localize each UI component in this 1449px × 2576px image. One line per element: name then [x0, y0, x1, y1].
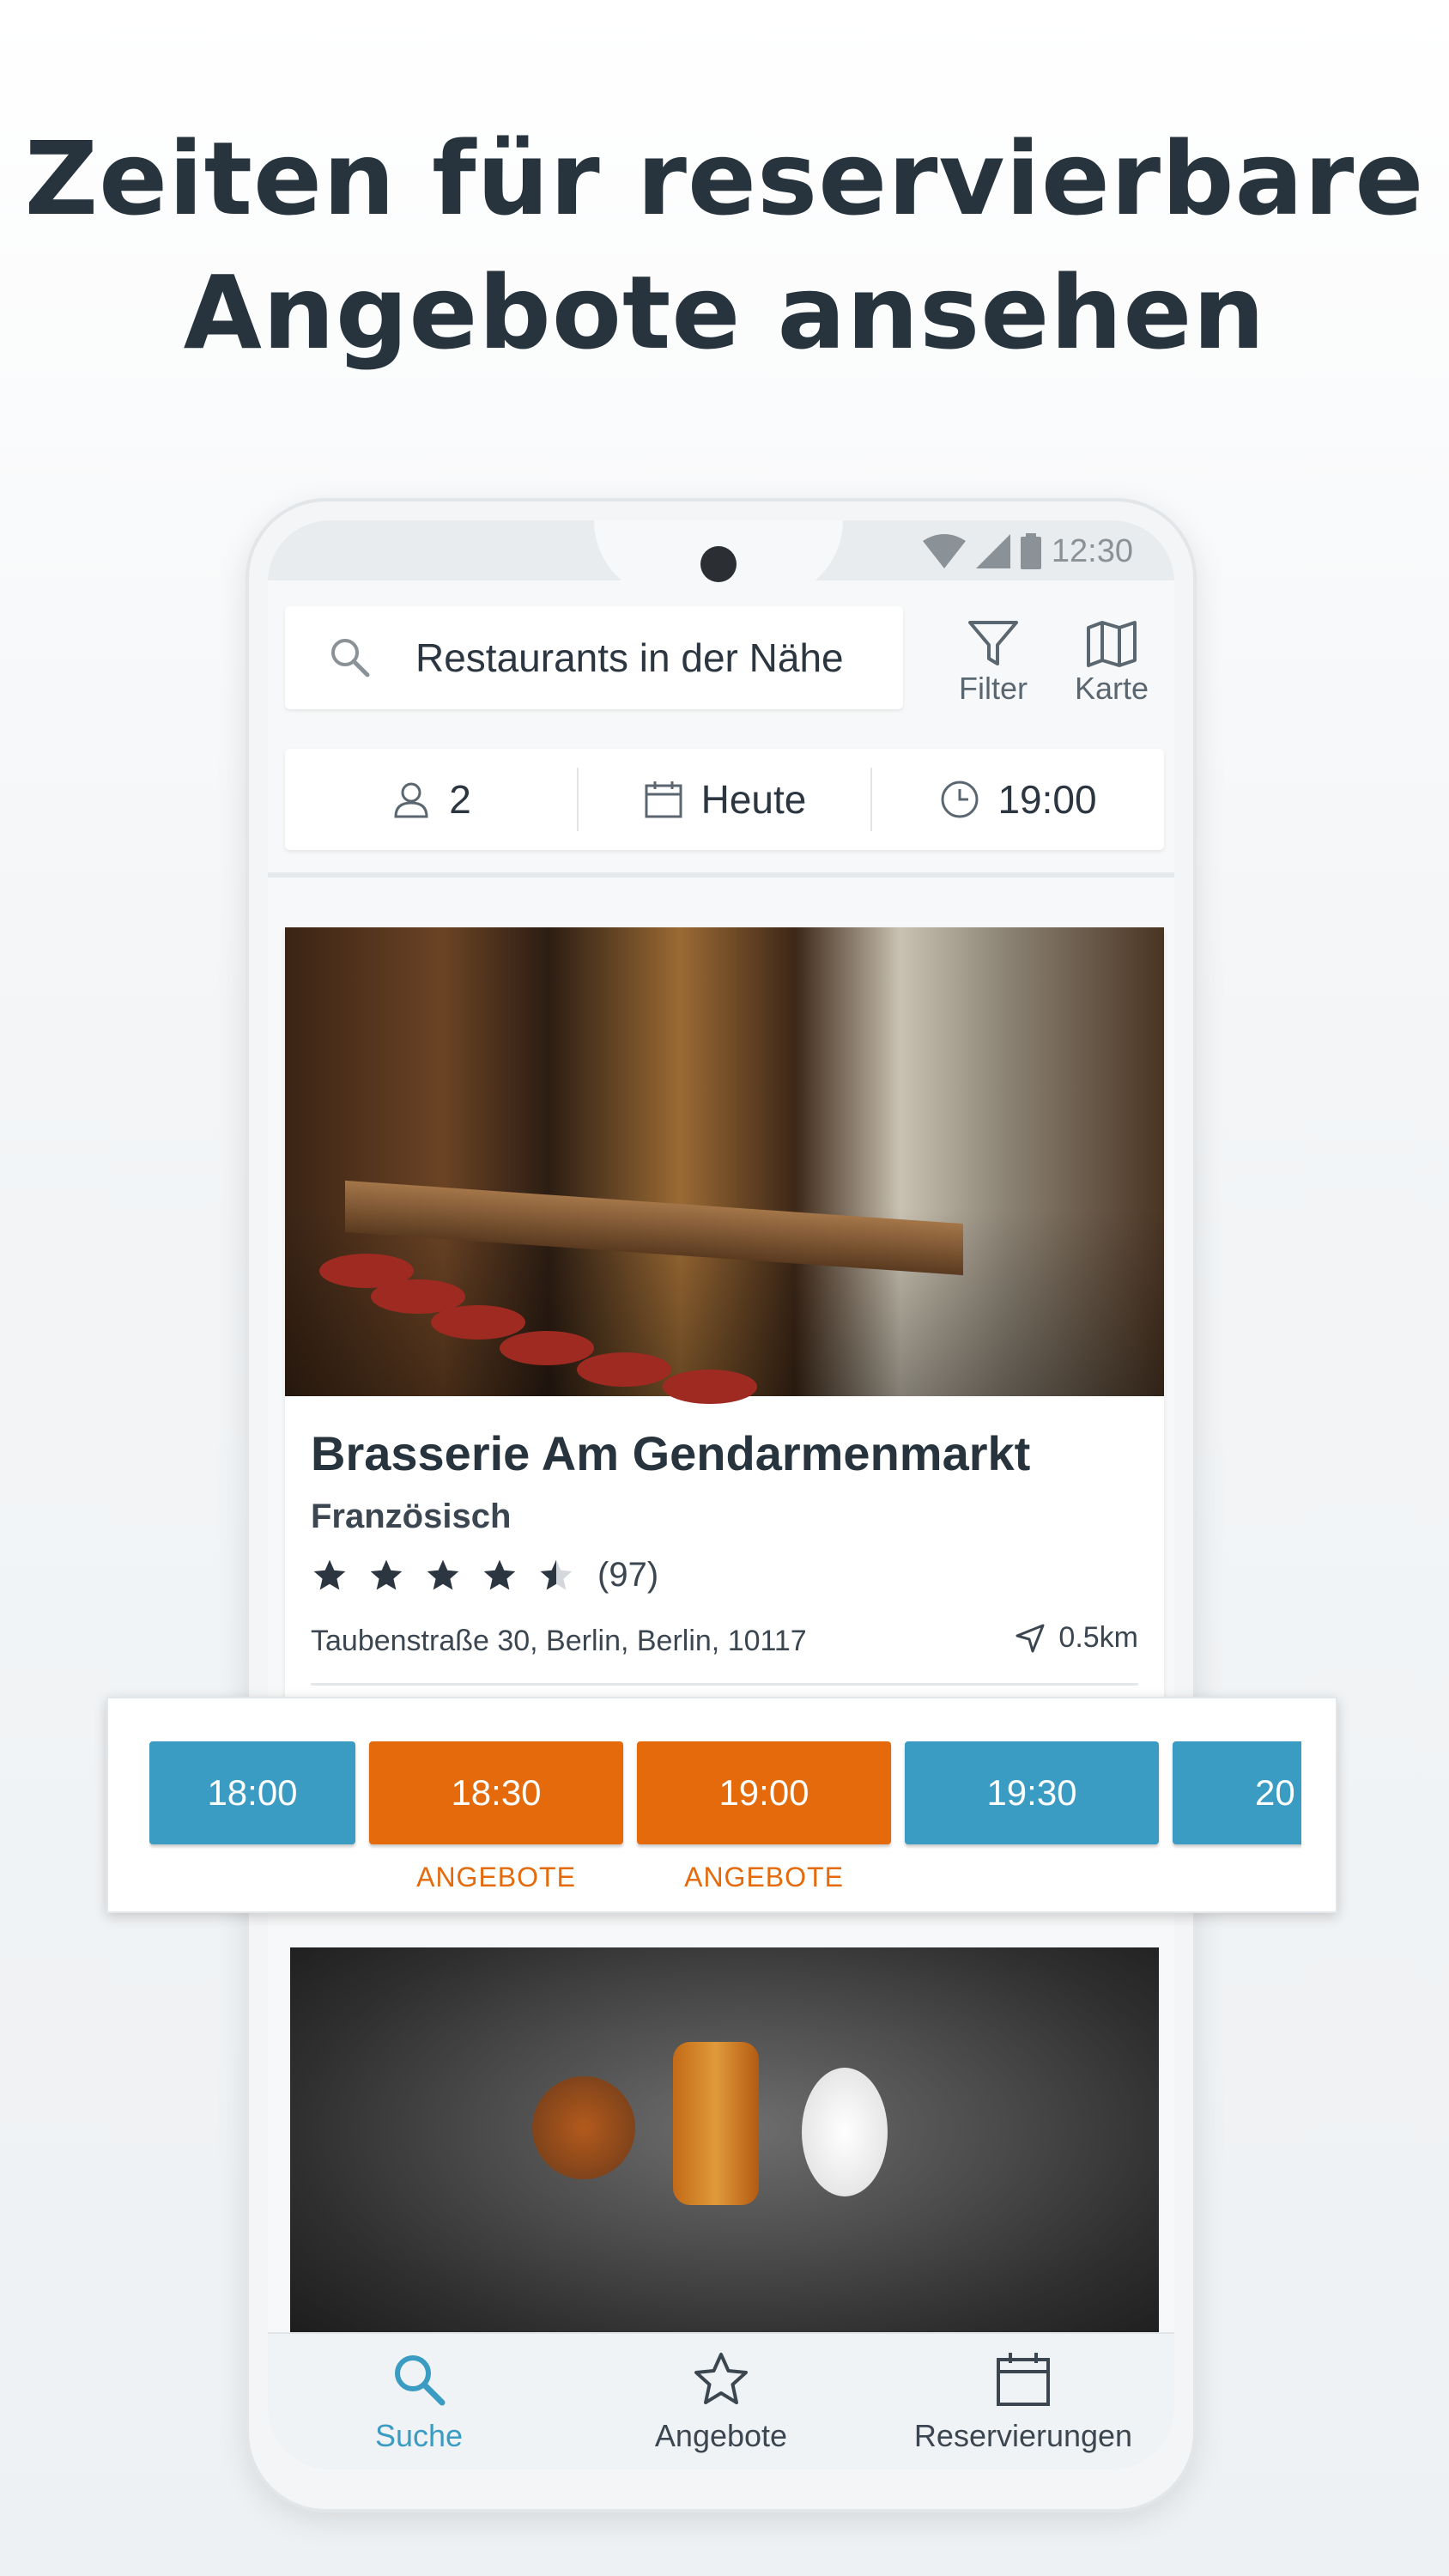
status-icons: 12:30: [922, 531, 1133, 572]
guests-selector[interactable]: 2: [285, 749, 577, 850]
restaurant-address: Taubenstraße 30, Berlin, Berlin, 10117: [311, 1625, 807, 1657]
wifi-icon: [922, 534, 966, 568]
person-icon: [394, 782, 428, 818]
star-icon: [313, 1559, 346, 1589]
time-slot-label: 19:30: [986, 1772, 1077, 1813]
phone-screen: 12:30 Restaurants in der Nähe Filter Kar…: [268, 520, 1174, 2470]
card-divider: [311, 1683, 1138, 1686]
time-slot-1800[interactable]: 18:00: [149, 1741, 355, 1844]
nav-search-label: Suche: [374, 2418, 464, 2453]
distance-info: 0.5km: [1014, 1621, 1138, 1655]
status-time: 12:30: [1051, 532, 1133, 569]
distance-value: 0.5km: [1058, 1621, 1138, 1654]
time-slot-track[interactable]: 18:00 18:30 ANGEBOTE 19:00 ANGEBOTE 19:3…: [149, 1741, 1301, 1911]
restaurant-cuisine: Französisch: [311, 1498, 512, 1535]
time-slot-label: 20: [1255, 1772, 1295, 1813]
time-slot-2000[interactable]: 20: [1173, 1741, 1301, 1844]
calendar-icon: [997, 2353, 1050, 2406]
nav-offers-label: Angebote: [654, 2418, 788, 2453]
map-button[interactable]: Karte: [1047, 606, 1174, 718]
nav-reservations[interactable]: Reservierungen: [872, 2334, 1174, 2470]
restaurant-card[interactable]: Brasserie Am Gendarmenmarkt Französisch …: [285, 927, 1164, 1803]
search-icon: [331, 639, 370, 677]
page-headline: Zeiten für reservierbare Angebote ansehe…: [0, 112, 1449, 380]
star-icon: [370, 1559, 403, 1589]
filter-button[interactable]: Filter: [929, 606, 1058, 718]
time-slot-1900[interactable]: 19:00: [637, 1741, 891, 1844]
filter-icon: [968, 621, 1018, 665]
restaurant-photo-2[interactable]: [290, 1947, 1159, 2351]
headline-line-2: Angebote ansehen: [183, 253, 1266, 372]
offer-label: ANGEBOTE: [684, 1862, 844, 1893]
date-value: Heute: [700, 777, 807, 822]
time-slot-label: 18:00: [207, 1772, 298, 1813]
time-slot-label: 19:00: [718, 1772, 809, 1813]
half-star-icon: [540, 1559, 573, 1589]
guests-value: 2: [449, 777, 471, 822]
star-icon: [483, 1559, 516, 1589]
time-selector[interactable]: 19:00: [870, 768, 1164, 831]
search-params-bar: 2 Heute 19:00: [285, 749, 1164, 850]
time-slot-label: 18:30: [451, 1772, 542, 1813]
headline-line-1: Zeiten für reservierbare: [24, 119, 1425, 238]
clock-icon: [941, 781, 979, 818]
calendar-icon: [645, 781, 682, 818]
navigation-arrow-icon: [1016, 1624, 1045, 1652]
restaurant-photo: [285, 927, 1164, 1404]
rating-stars: (97): [311, 1556, 658, 1595]
nav-offers[interactable]: Angebote: [570, 2334, 872, 2470]
camera-icon: [700, 546, 737, 582]
header-divider: [268, 872, 1174, 878]
review-count: (97): [597, 1556, 659, 1594]
search-input[interactable]: Restaurants in der Nähe: [285, 606, 903, 709]
filter-label: Filter: [959, 671, 1028, 706]
battery-icon: [1020, 533, 1041, 569]
phone-frame: 12:30 Restaurants in der Nähe Filter Kar…: [249, 501, 1193, 2509]
offer-label: ANGEBOTE: [416, 1862, 576, 1893]
time-slot-panel: 18:00 18:30 ANGEBOTE 19:00 ANGEBOTE 19:3…: [106, 1697, 1337, 1913]
nav-reservations-label: Reservierungen: [913, 2418, 1133, 2453]
time-slot-1930[interactable]: 19:30: [905, 1741, 1159, 1844]
restaurant-name[interactable]: Brasserie Am Gendarmenmarkt: [311, 1425, 1030, 1481]
signal-icon: [975, 534, 1010, 568]
time-value: 19:00: [997, 777, 1097, 822]
date-selector[interactable]: Heute: [577, 768, 870, 831]
map-label: Karte: [1074, 671, 1149, 706]
bottom-navigation: Suche Angebote Reservierungen: [268, 2332, 1174, 2470]
map-icon: [1087, 621, 1137, 667]
search-text: Restaurants in der Nähe: [415, 635, 844, 680]
star-icon: [427, 1559, 459, 1589]
time-slot-1830[interactable]: 18:30: [369, 1741, 623, 1844]
nav-search[interactable]: Suche: [268, 2334, 570, 2470]
star-outline-icon: [694, 2353, 748, 2404]
bar-counter-shape: [345, 1180, 963, 1276]
search-icon: [395, 2355, 446, 2406]
